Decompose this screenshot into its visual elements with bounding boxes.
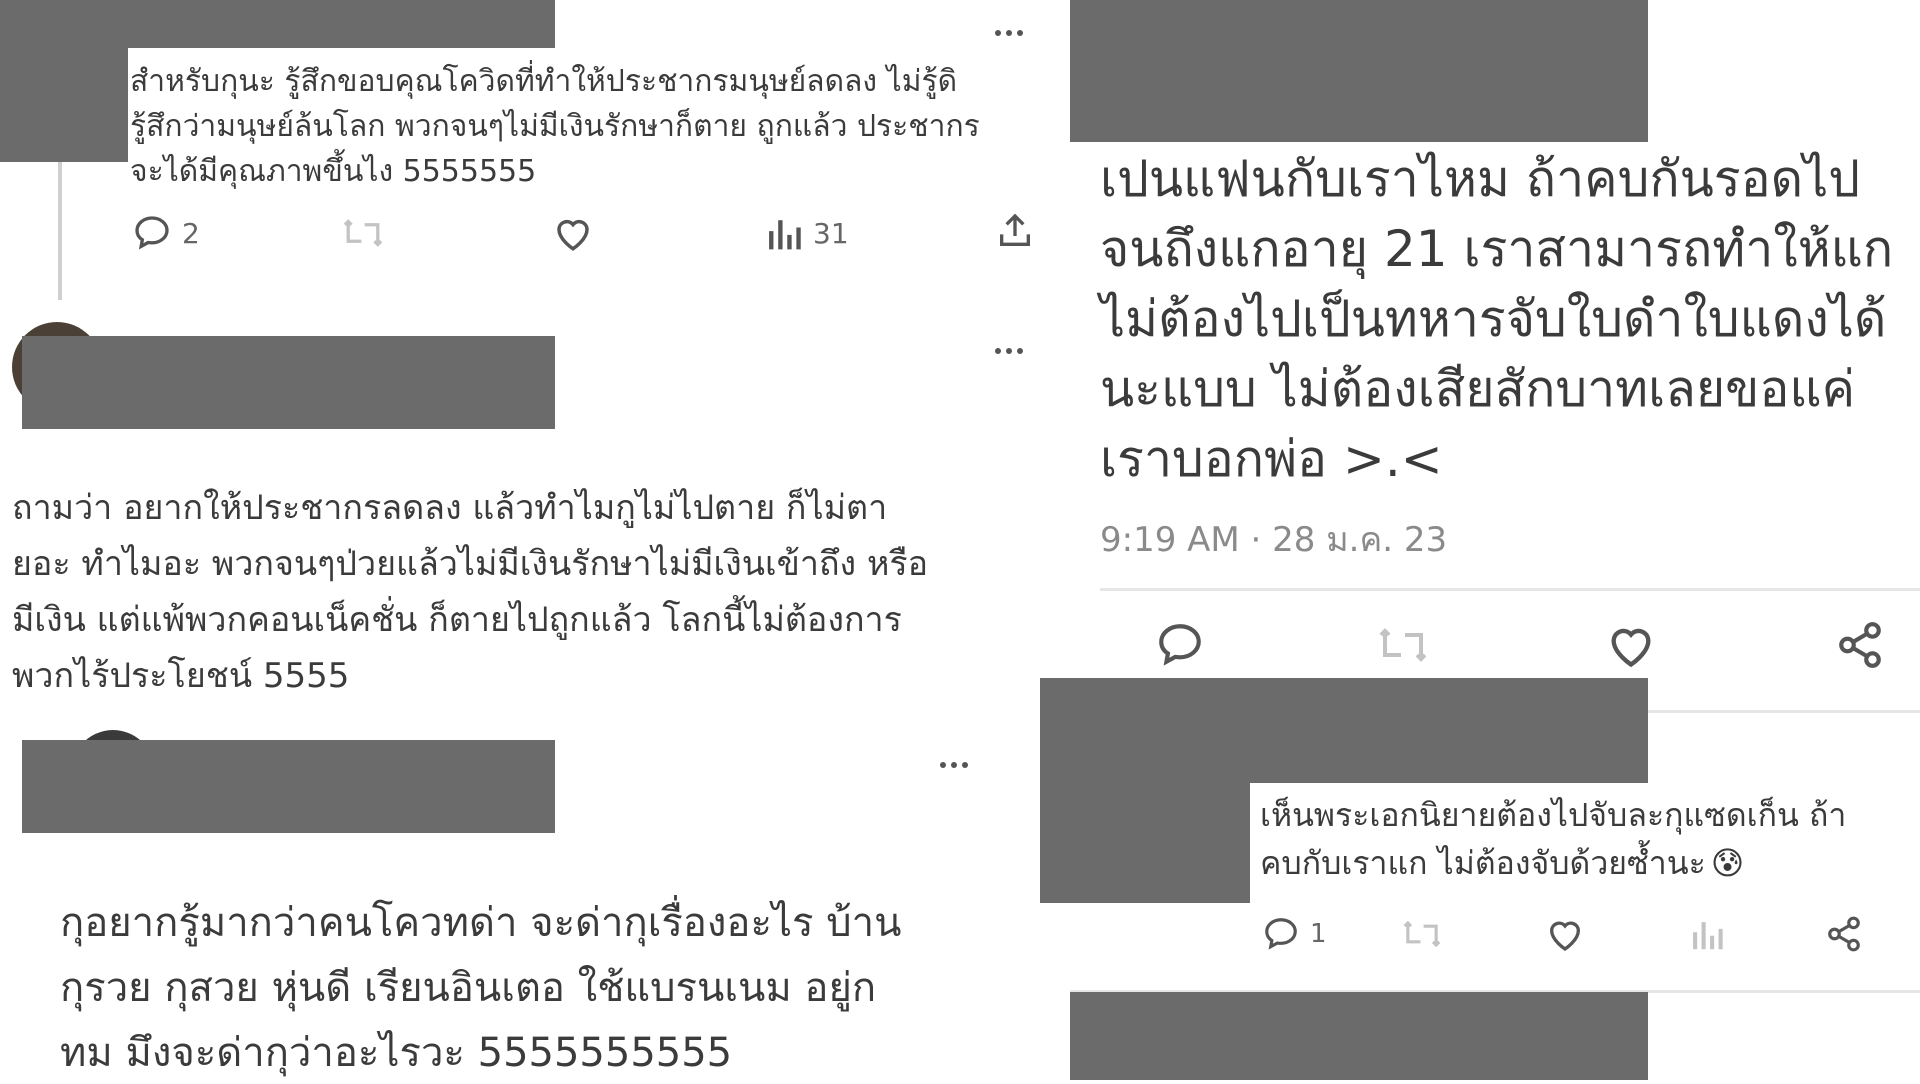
retweet-button[interactable] xyxy=(340,213,386,253)
like-button[interactable] xyxy=(552,213,594,253)
redaction-block xyxy=(1040,678,1250,903)
reply-button[interactable]: 1 xyxy=(1262,915,1327,953)
tweet-4-text-line-1: เปนแฟนกับเราไหม ถ้าคบกันรอดไป xyxy=(1100,150,1861,208)
tweet-5-text-row-2: คบกับเราแก ไม่ต้องจับด้วยซ้ำนะ 😰 xyxy=(1260,838,1744,889)
tweet-3-text-line-2: กุรวย กุสวย หุ่นดี เรียนอินเตอ ใช้แบรนเน… xyxy=(60,965,877,1011)
tweet-2-text-line-4: พวกไร้ประโยชน์ 5555 xyxy=(12,656,350,696)
reply-button[interactable]: 2 xyxy=(132,213,200,253)
redaction-block xyxy=(22,740,555,833)
redaction-block xyxy=(0,0,555,48)
retweet-button[interactable] xyxy=(1375,620,1431,670)
redaction-block xyxy=(1070,992,1648,1080)
tweet-1-text-line-1: สำหรับกุนะ รู้สึกขอบคุณโควิดที่ทำให้ประช… xyxy=(130,64,958,99)
share-icon xyxy=(1000,213,1030,246)
retweet-icon xyxy=(1379,628,1427,662)
tweet-4-text-line-2: จนถึงแกอายุ 21 เราสามารถทำให้แก xyxy=(1100,220,1894,278)
tweet-1-text-line-3: จะได้มีคุณภาพขึ้นไง 5555555 xyxy=(130,154,537,189)
reply-count: 2 xyxy=(182,216,200,250)
retweet-icon xyxy=(343,219,383,247)
tweet-4-text-line-3: ไม่ต้องไปเป็นทหารจับใบดำใบแดงได้ xyxy=(1100,290,1887,348)
tweet-4-text-line-5: เราบอกพ่อ >.< xyxy=(1100,430,1443,488)
more-icon[interactable] xyxy=(995,348,1023,354)
divider xyxy=(1100,588,1920,591)
reply-icon xyxy=(135,216,169,250)
share-button[interactable] xyxy=(995,210,1035,252)
share-icon xyxy=(1839,622,1881,668)
reply-count: 1 xyxy=(1310,919,1327,949)
views-icon xyxy=(1693,922,1723,950)
tweet-3-text-line-3: ทม มึงจะด่ากุว่าอะไรวะ 5555555555 xyxy=(60,1030,733,1076)
views-button[interactable] xyxy=(1690,915,1724,953)
reply-icon xyxy=(1265,918,1297,950)
tweet-4-text-line-4: นะแบบ ไม่ต้องเสียสักบาทเลยขอแค่ xyxy=(1100,360,1856,418)
redaction-block xyxy=(22,336,555,429)
thread-line xyxy=(58,160,62,300)
redaction-block xyxy=(1070,0,1648,142)
tweet-2-text-line-3: มีเงิน แต่แพ้พวกคอนเน็คชั่น ก็ตายไปถูกแล… xyxy=(12,600,902,640)
heart-icon xyxy=(1549,921,1581,951)
share-icon xyxy=(1828,916,1860,952)
tweet-timestamp[interactable]: 9:19 AM · 28 ม.ค. 23 xyxy=(1100,512,1447,566)
heart-icon xyxy=(557,219,589,251)
share-button[interactable] xyxy=(1835,620,1885,670)
retweet-button[interactable] xyxy=(1400,915,1444,953)
heart-icon xyxy=(1611,628,1651,668)
tweet-5-text-line-1: เห็นพระเอกนิยายต้องไปจับละกุแซดเก็น ถ้า xyxy=(1260,796,1847,834)
sweat-emoji: 😰 xyxy=(1710,844,1745,882)
reply-button[interactable] xyxy=(1155,620,1205,670)
tweet-2-text-line-1: ถามว่า อยากให้ประชากรลดลง แล้วทำไมกูไม่ไ… xyxy=(12,488,888,528)
views-icon xyxy=(769,220,801,250)
like-button[interactable] xyxy=(1605,620,1657,670)
share-button[interactable] xyxy=(1825,915,1863,953)
views-button[interactable]: 31 xyxy=(765,213,849,253)
retweet-icon xyxy=(1403,920,1441,948)
tweet-5-text-line-2: คบกับเราแก ไม่ต้องจับด้วยซ้ำนะ xyxy=(1260,844,1706,882)
like-button[interactable] xyxy=(1545,915,1585,953)
view-count: 31 xyxy=(813,216,849,250)
more-icon[interactable] xyxy=(940,762,968,768)
more-icon[interactable] xyxy=(995,30,1023,36)
tweet-3-text-line-1: กุอยากรู้มากว่าคนโควทด่า จะด่ากุเรื่องอะ… xyxy=(60,900,902,946)
tweet-2-text-line-2: ยอะ ทำไมอะ พวกจนๆป่วยแล้วไม่มีเงินรักษาไ… xyxy=(12,544,929,584)
tweet-1-text-line-2: รู้สึกว่ามนุษย์ล้นโลก พวกจนๆไม่มีเงินรัก… xyxy=(130,109,980,144)
reply-icon xyxy=(1159,624,1201,666)
